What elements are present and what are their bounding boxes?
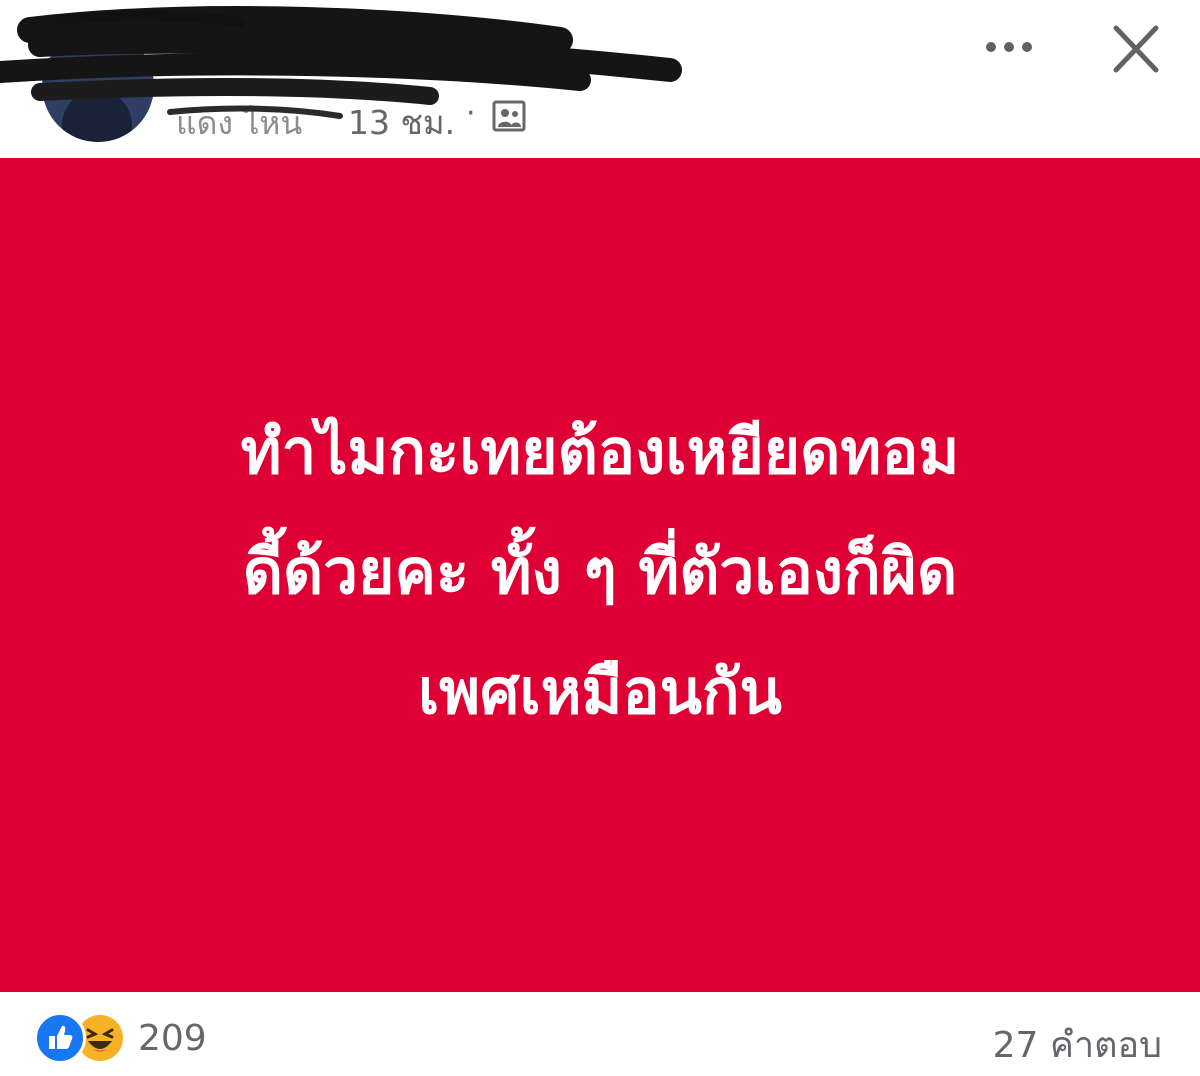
author-name[interactable]: แดง ไหน	[176, 98, 302, 149]
comments-count-link[interactable]: 27 คำตอบ	[993, 1016, 1162, 1073]
friends-icon[interactable]	[492, 100, 526, 132]
close-icon[interactable]	[1106, 22, 1166, 78]
meta-separator: ·	[466, 96, 476, 131]
reactions-summary[interactable]: 209	[34, 1012, 207, 1064]
post-text: ทำไมกะเทยต้องเหยียดทอม ดี้ด้วยคะ ทั้ง ๆ …	[80, 392, 1120, 752]
post-text-line: ดี้ด้วยคะ ทั้ง ๆ ที่ตัวเองก็ผิด	[242, 535, 958, 608]
like-icon	[34, 1012, 86, 1064]
author-avatar[interactable]	[42, 30, 154, 142]
more-horizontal-icon	[986, 42, 996, 52]
more-dot	[1022, 42, 1032, 52]
facebook-post: แดง ไหน 13 ชม. · ทำไมกะเทยต้องเหยียดทอม …	[0, 0, 1200, 1076]
post-header: แดง ไหน 13 ชม. ·	[0, 0, 1200, 158]
post-timestamp[interactable]: 13 ชม.	[348, 96, 455, 149]
reaction-count: 209	[138, 1017, 207, 1059]
post-background: ทำไมกะเทยต้องเหยียดทอม ดี้ด้วยคะ ทั้ง ๆ …	[0, 158, 1200, 992]
post-text-line: เพศเหมือนกัน	[418, 655, 782, 728]
more-options-button[interactable]	[974, 22, 1044, 72]
post-footer: 209 27 คำตอบ	[0, 992, 1200, 1076]
more-dot	[1004, 42, 1014, 52]
post-text-line: ทำไมกะเทยต้องเหยียดทอม	[240, 415, 960, 488]
